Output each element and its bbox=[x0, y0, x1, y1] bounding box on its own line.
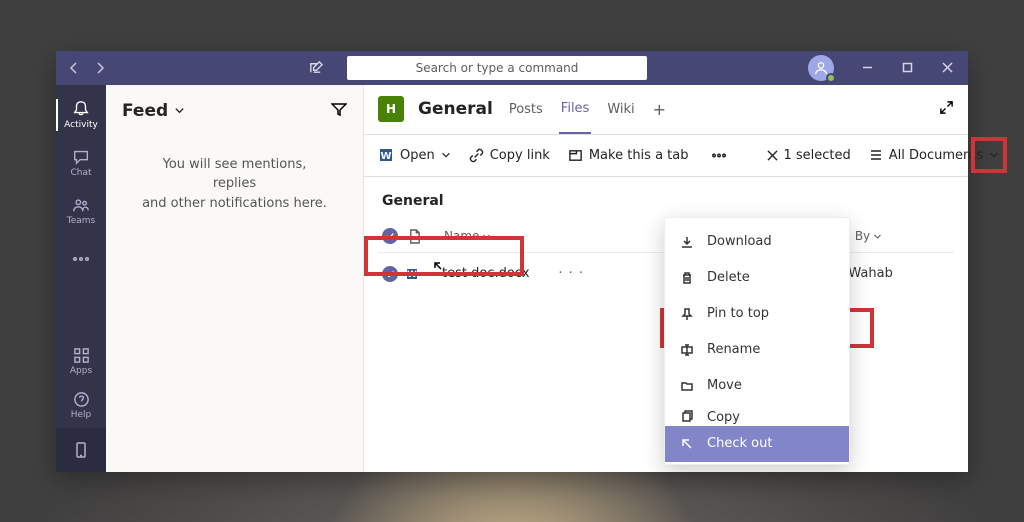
main-pane: H General Posts Files Wiki + W Open bbox=[364, 85, 968, 472]
file-type-icon bbox=[408, 229, 421, 244]
presence-available-icon bbox=[826, 73, 836, 83]
rail-item-mobile[interactable] bbox=[56, 428, 106, 472]
word-doc-icon: W bbox=[398, 266, 430, 282]
make-tab-button[interactable]: Make this a tab bbox=[568, 148, 689, 163]
ctx-pin[interactable]: Pin to top bbox=[665, 296, 849, 332]
rail-label: Chat bbox=[70, 168, 91, 178]
compose-icon[interactable] bbox=[308, 60, 323, 75]
ctx-move[interactable]: Move bbox=[665, 368, 849, 404]
files-command-bar: W Open Copy link Make this a tab bbox=[364, 135, 968, 177]
title-bar: Search or type a command bbox=[56, 51, 968, 85]
rail-item-more[interactable] bbox=[56, 235, 106, 283]
pin-icon bbox=[679, 307, 695, 321]
checked-out-indicator-icon bbox=[432, 260, 444, 272]
window-minimize-button[interactable] bbox=[850, 51, 884, 85]
more-actions-button[interactable] bbox=[707, 153, 731, 158]
channel-header: H General Posts Files Wiki + bbox=[364, 85, 968, 135]
rail-item-chat[interactable]: Chat bbox=[56, 139, 106, 187]
file-context-menu: Download Delete Pin to top Rename bbox=[664, 217, 850, 465]
current-folder-name: General bbox=[378, 187, 954, 221]
rail-item-apps[interactable]: Apps bbox=[56, 340, 106, 384]
clear-selection-button[interactable]: 1 selected bbox=[767, 148, 851, 163]
ctx-delete[interactable]: Delete bbox=[665, 260, 849, 296]
ctx-rename[interactable]: Rename bbox=[665, 332, 849, 368]
row-more-button[interactable]: · · · bbox=[558, 266, 584, 281]
teams-app-window: Search or type a command Activity Chat bbox=[56, 51, 968, 472]
trash-icon bbox=[679, 271, 695, 285]
checkout-icon bbox=[679, 437, 695, 451]
feed-empty-message: You will see mentions, replies and other… bbox=[106, 137, 363, 214]
add-tab-button[interactable]: + bbox=[651, 100, 668, 119]
window-close-button[interactable] bbox=[930, 51, 964, 85]
expand-icon[interactable] bbox=[939, 100, 954, 119]
search-input[interactable]: Search or type a command bbox=[347, 56, 647, 80]
rail-label: Help bbox=[71, 410, 92, 420]
ctx-checkout[interactable]: Check out bbox=[665, 426, 849, 462]
nav-forward-icon[interactable] bbox=[94, 62, 106, 74]
feed-pane: Feed You will see mentions, replies and … bbox=[106, 85, 364, 472]
avatar[interactable] bbox=[808, 55, 834, 81]
tab-files[interactable]: Files bbox=[559, 85, 592, 134]
column-name[interactable]: Name bbox=[444, 229, 491, 243]
feed-title-text: Feed bbox=[122, 101, 168, 121]
file-name: test doc.docx bbox=[442, 266, 530, 281]
copy-link-button[interactable]: Copy link bbox=[469, 148, 550, 163]
row-select-toggle[interactable] bbox=[382, 266, 398, 282]
feed-title-dropdown[interactable]: Feed bbox=[122, 101, 185, 121]
rail-label: Apps bbox=[70, 366, 92, 376]
app-rail: Activity Chat Teams Apps bbox=[56, 85, 106, 472]
rail-label: Teams bbox=[67, 216, 95, 226]
window-maximize-button[interactable] bbox=[890, 51, 924, 85]
open-button[interactable]: W Open bbox=[378, 147, 451, 163]
select-all-toggle[interactable] bbox=[382, 228, 398, 244]
svg-text:W: W bbox=[380, 151, 391, 162]
svg-text:W: W bbox=[407, 270, 417, 280]
rail-label: Activity bbox=[64, 120, 98, 130]
filter-icon[interactable] bbox=[331, 101, 347, 121]
feed-header: Feed bbox=[106, 85, 363, 137]
copy-icon bbox=[679, 410, 695, 424]
files-area: General Name ed By bbox=[364, 177, 968, 472]
ctx-download[interactable]: Download bbox=[665, 224, 849, 260]
rail-item-teams[interactable]: Teams bbox=[56, 187, 106, 235]
search-placeholder: Search or type a command bbox=[416, 61, 579, 75]
channel-name: General bbox=[418, 99, 493, 119]
tab-posts[interactable]: Posts bbox=[507, 86, 545, 133]
view-selector[interactable]: All Documents bbox=[869, 148, 999, 163]
download-icon bbox=[679, 235, 695, 249]
rail-item-help[interactable]: Help bbox=[56, 384, 106, 428]
move-icon bbox=[679, 379, 695, 393]
rail-item-activity[interactable]: Activity bbox=[56, 91, 106, 139]
nav-back-icon[interactable] bbox=[68, 62, 80, 74]
rename-icon bbox=[679, 343, 695, 357]
tab-wiki[interactable]: Wiki bbox=[605, 86, 636, 133]
ctx-copy[interactable]: Copy bbox=[665, 404, 849, 426]
team-avatar: H bbox=[378, 96, 404, 122]
